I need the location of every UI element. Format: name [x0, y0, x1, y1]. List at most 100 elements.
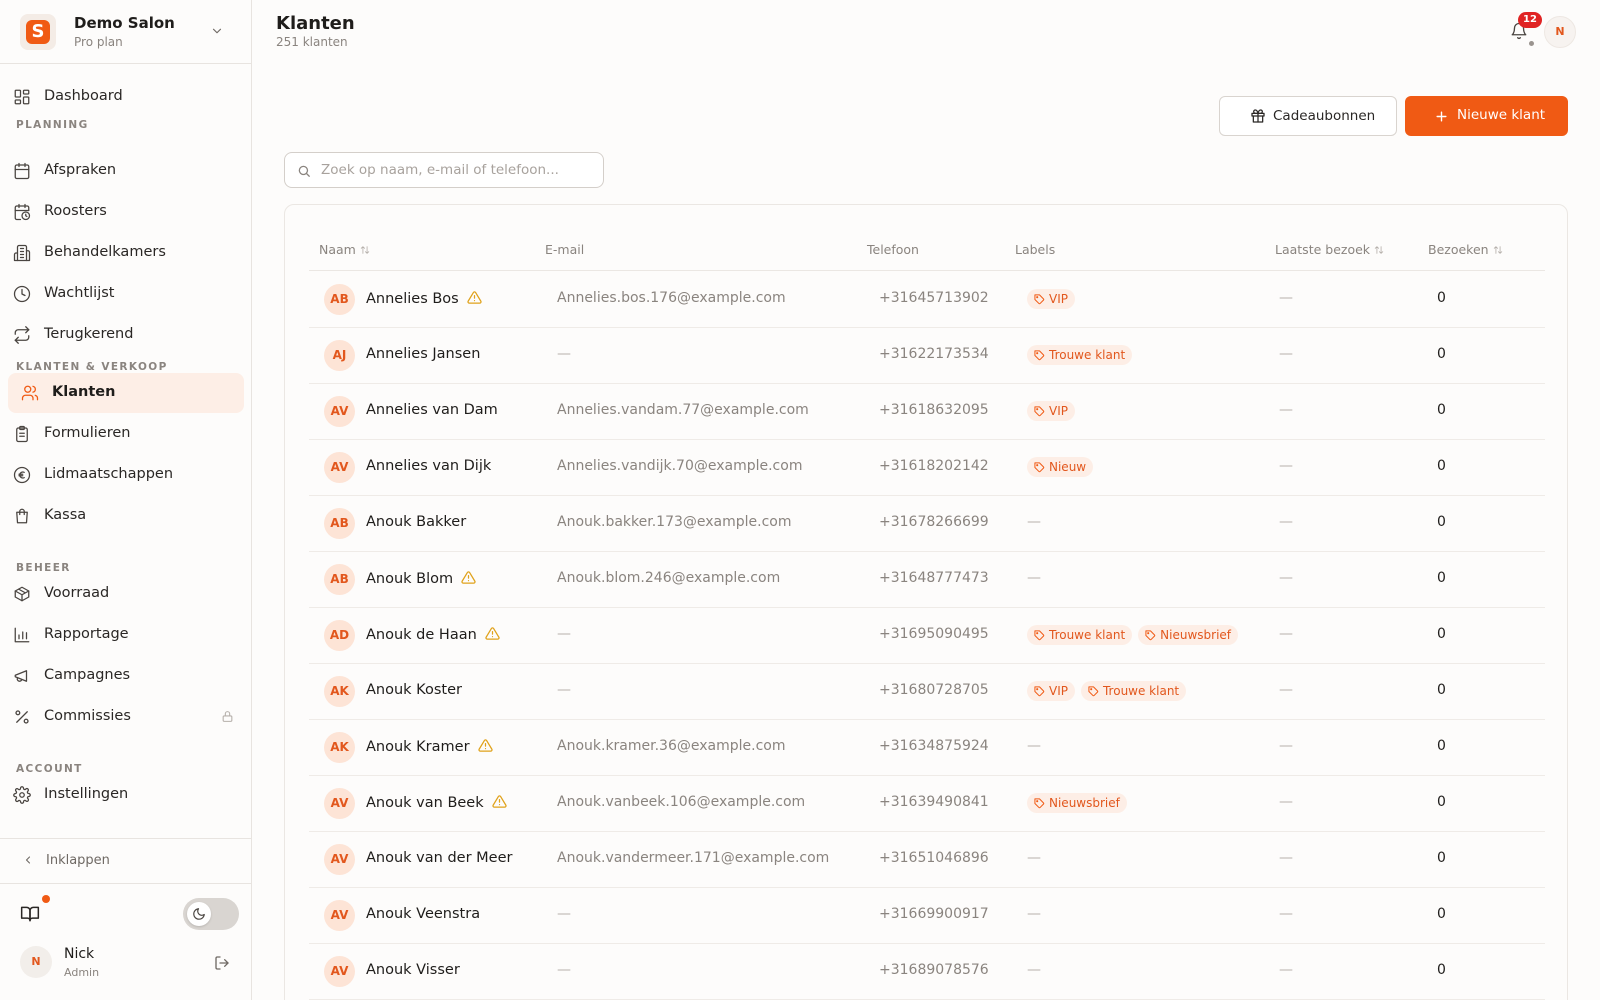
shopping-bag-icon [13, 507, 31, 525]
client-name-text: Anouk Bakker [366, 514, 467, 530]
table-row[interactable]: AK Anouk Koster — +31680728705 VIP Trouwe kla… [309, 663, 1545, 720]
client-last-visit: — [1279, 850, 1293, 866]
sidebar-item-afspraken[interactable]: Afspraken [8, 151, 244, 191]
client-name[interactable]: Annelies Bos [366, 290, 482, 307]
user-avatar[interactable]: N [20, 946, 52, 978]
client-labels: — [1027, 962, 1041, 978]
search-input[interactable] [321, 159, 591, 181]
book-icon[interactable] [20, 904, 40, 924]
label-badge: Trouwe klant [1027, 625, 1133, 645]
table-row[interactable]: AB Annelies Bos Annelies.bos.176@example.c… [309, 271, 1545, 328]
warning-icon [485, 626, 500, 641]
client-name[interactable]: Anouk Koster [366, 682, 462, 698]
client-name[interactable]: Anouk van der Meer [366, 850, 512, 866]
sidebar-item-formulieren[interactable]: Formulieren [8, 414, 244, 454]
sidebar-item-rapportage[interactable]: Rapportage [8, 615, 244, 655]
label-badge: Nieuwsbrief [1138, 625, 1239, 645]
client-phone: +31645713902 [879, 290, 989, 306]
new-client-label: Nieuwe klant [1457, 107, 1546, 123]
table-row[interactable]: AV Anouk van der Meer Anouk.vandermeer.171… [309, 831, 1545, 888]
client-last-visit: — [1279, 738, 1293, 754]
client-name[interactable]: Anouk Blom [366, 570, 476, 587]
logout-icon[interactable] [214, 955, 230, 971]
client-email: — [557, 626, 571, 642]
sidebar-item-klanten[interactable]: Klanten [8, 373, 244, 413]
column-header-e-mail: E-mail [545, 242, 584, 257]
sidebar-item-wachtlijst[interactable]: Wachtlijst [8, 274, 244, 314]
sidebar-item-label: Dashboard [44, 88, 123, 104]
client-visits: 0 [1437, 794, 1446, 810]
sidebar-item-commissies[interactable]: Commissies [8, 697, 244, 737]
sidebar-item-roosters[interactable]: Roosters [8, 192, 244, 232]
client-name[interactable]: Anouk Visser [366, 962, 460, 978]
label-text: VIP [1049, 404, 1068, 418]
column-header-naam[interactable]: Naam [319, 242, 370, 257]
gift-cards-button[interactable]: Cadeaubonnen [1219, 96, 1397, 136]
client-visits: 0 [1437, 738, 1446, 754]
client-email: Anouk.blom.246@example.com [557, 570, 781, 586]
client-email: Anouk.bakker.173@example.com [557, 514, 792, 530]
label-text: VIP [1049, 292, 1068, 306]
nav-section-account: ACCOUNT [16, 763, 83, 775]
client-name-text: Anouk de Haan [366, 627, 477, 643]
client-last-visit: — [1279, 626, 1293, 642]
client-visits: 0 [1437, 458, 1446, 474]
table-row[interactable]: AV Anouk Visser — +31689078576 — — 0 [309, 943, 1545, 1000]
gift-cards-label: Cadeaubonnen [1273, 108, 1376, 124]
column-header-bezoeken[interactable]: Bezoeken [1428, 242, 1503, 257]
client-visits: 0 [1437, 962, 1446, 978]
table-row[interactable]: AD Anouk de Haan — +31695090495 Trouwe klant… [309, 607, 1545, 664]
warning-icon [491, 794, 507, 809]
chevron-down-icon[interactable] [210, 24, 224, 38]
client-email: Anouk.kramer.36@example.com [557, 738, 786, 754]
client-phone: +31669900917 [879, 906, 989, 922]
sidebar-item-instellingen[interactable]: Instellingen [8, 775, 244, 815]
sidebar-item-dashboard[interactable]: Dashboard [8, 77, 244, 117]
salon-switcher[interactable]: S Demo Salon Pro plan [0, 0, 251, 64]
client-labels: — [1027, 906, 1041, 922]
collapse-sidebar-button[interactable]: Inklappen [0, 838, 251, 884]
client-name[interactable]: Anouk Kramer [366, 738, 493, 755]
sidebar-item-voorraad[interactable]: Voorraad [8, 574, 244, 614]
client-name[interactable]: Anouk van Beek [366, 794, 507, 811]
sidebar-item-kassa[interactable]: Kassa [8, 496, 244, 536]
column-header-labels: Labels [1015, 242, 1055, 257]
table-row[interactable]: AB Anouk Blom Anouk.blom.246@example.com +3… [309, 551, 1545, 608]
client-name[interactable]: Annelies van Dam [366, 402, 498, 418]
label-badge: VIP [1027, 681, 1075, 701]
theme-toggle[interactable] [183, 898, 239, 930]
tag-icon [1034, 629, 1045, 641]
client-name[interactable]: Anouk Bakker [366, 514, 466, 530]
tag-icon [1034, 405, 1045, 417]
tag-icon [1145, 629, 1156, 641]
sidebar-item-behandelkamers[interactable]: Behandelkamers [8, 233, 244, 273]
client-email: — [557, 962, 571, 978]
sidebar-item-label: Behandelkamers [44, 244, 166, 260]
client-name[interactable]: Anouk Veenstra [366, 906, 480, 922]
client-name[interactable]: Annelies Jansen [366, 346, 480, 362]
table-row[interactable]: AB Anouk Bakker Anouk.bakker.173@example.c… [309, 495, 1545, 552]
header-avatar[interactable]: N [1544, 16, 1576, 48]
table-row[interactable]: AV Anouk Veenstra — +31669900917 — — 0 [309, 887, 1545, 944]
sidebar-item-label: Klanten [52, 384, 116, 400]
new-client-button[interactable]: Nieuwe klant [1405, 96, 1568, 136]
client-email: Anouk.vanbeek.106@example.com [557, 794, 806, 810]
tag-icon [1034, 685, 1045, 697]
sidebar-item-terugkerend[interactable]: Terugkerend [8, 315, 244, 355]
client-email: — [557, 682, 571, 698]
client-name[interactable]: Anouk de Haan [366, 626, 500, 643]
column-header-label: Laatste bezoek [1275, 242, 1371, 257]
table-row[interactable]: AV Annelies van Dam Annelies.vandam.77@exa… [309, 383, 1545, 440]
column-header-laatste-bezoek[interactable]: Laatste bezoek [1275, 242, 1384, 257]
label-badge: Nieuw [1027, 457, 1094, 477]
table-row[interactable]: AV Annelies van Dijk Annelies.vandijk.70@e… [309, 439, 1545, 496]
sidebar-item-campagnes[interactable]: Campagnes [8, 656, 244, 696]
sidebar-item-lidmaatschappen[interactable]: Lidmaatschappen [8, 455, 244, 495]
clients-table: Naam E-mail Telefoon Labels Laatste bezoek Be… [284, 204, 1568, 1000]
table-row[interactable]: AK Anouk Kramer Anouk.kramer.36@example.co… [309, 719, 1545, 776]
table-row[interactable]: AJ Annelies Jansen — +31622173534 Trouwe kla… [309, 327, 1545, 384]
chevron-left-icon [22, 854, 34, 866]
table-row[interactable]: AV Anouk van Beek Anouk.vanbeek.106@exampl… [309, 775, 1545, 832]
client-name[interactable]: Annelies van Dijk [366, 458, 491, 474]
label-text: Nieuwsbrief [1049, 796, 1120, 810]
